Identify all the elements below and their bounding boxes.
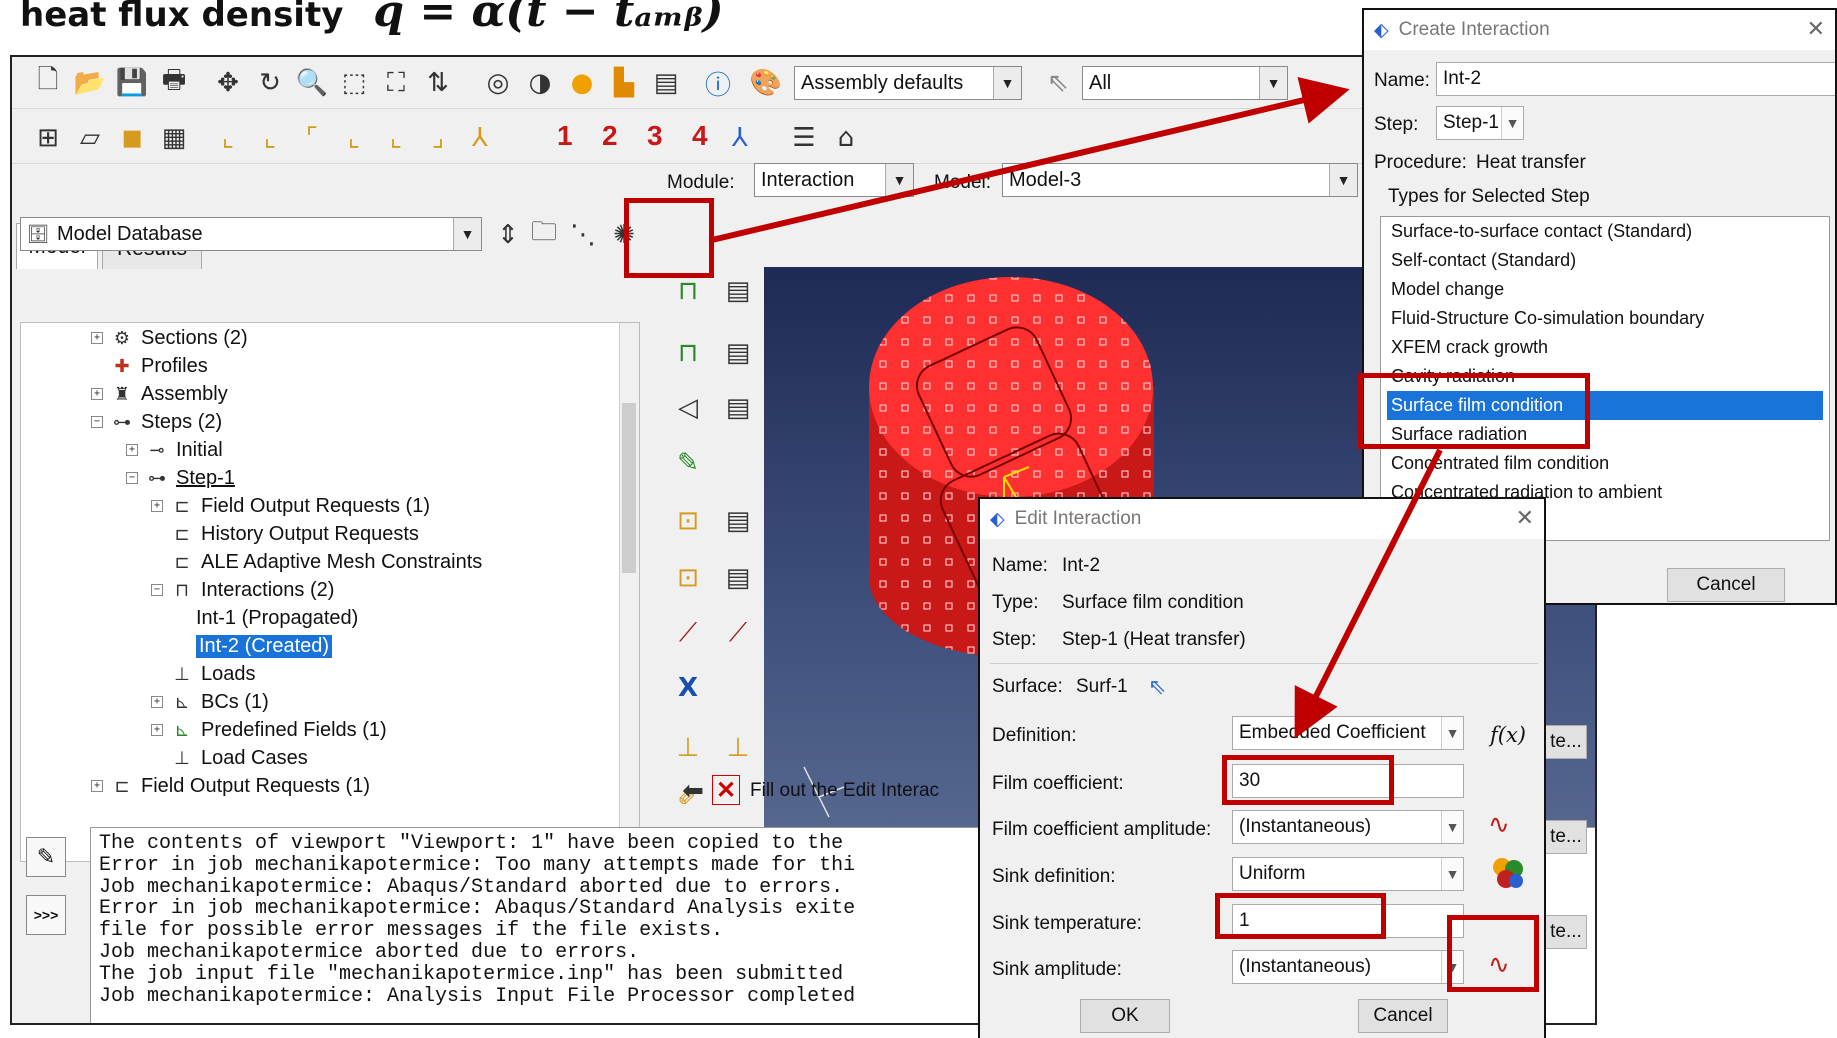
arrow-to-create-dialog <box>711 76 1350 243</box>
annotation-arrows <box>711 76 1443 739</box>
arrow-to-definition <box>1294 448 1443 739</box>
